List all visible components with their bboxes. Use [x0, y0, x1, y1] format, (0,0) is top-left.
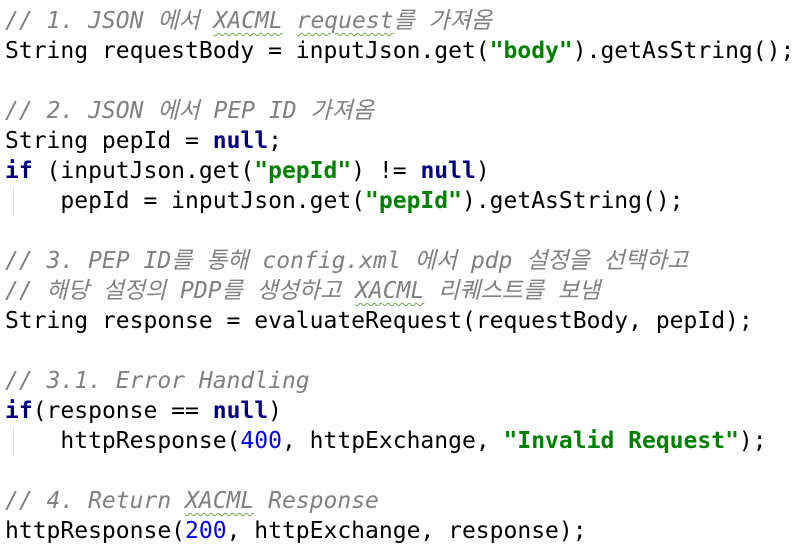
indent-guide: [13, 186, 14, 216]
code-line[interactable]: // 2. JSON 에서 PEP ID 가져옴: [0, 96, 812, 126]
indent-guide: [13, 426, 14, 456]
keyword: if: [5, 398, 33, 424]
number-literal: 400: [240, 428, 282, 454]
code-line[interactable]: [0, 66, 812, 96]
comment: // 해당 설정의 PDP를 생성하고 XACML 리퀘스트를 보냄: [5, 278, 601, 304]
code-line[interactable]: if(response == null): [0, 396, 812, 426]
code-line[interactable]: String requestBody = inputJson.get("body…: [0, 36, 812, 66]
code-line[interactable]: [0, 216, 812, 246]
code-line[interactable]: // 해당 설정의 PDP를 생성하고 XACML 리퀘스트를 보냄: [0, 276, 812, 306]
comment: // 4. Return XACML Response: [5, 488, 379, 514]
code-line[interactable]: String pepId = null;: [0, 126, 812, 156]
code-line[interactable]: if (inputJson.get("pepId") != null): [0, 156, 812, 186]
code-line[interactable]: [0, 336, 812, 366]
comment: // 3. PEP ID를 통해 config.xml 에서 pdp 설정을 선…: [5, 248, 689, 274]
code-line[interactable]: // 4. Return XACML Response: [0, 486, 812, 516]
string-literal: "pepId": [365, 188, 462, 214]
code-line[interactable]: String response = evaluateRequest(reques…: [0, 306, 812, 336]
keyword: if: [5, 158, 33, 184]
comment: // 1. JSON 에서 XACML request를 가져옴: [5, 8, 493, 34]
code-line[interactable]: // 3.1. Error Handling: [0, 366, 812, 396]
number-literal: 200: [185, 518, 227, 544]
keyword: null: [212, 128, 269, 154]
code-line[interactable]: [0, 456, 812, 486]
code-line[interactable]: pepId = inputJson.get("pepId").getAsStri…: [0, 186, 812, 216]
code-editor[interactable]: // 1. JSON 에서 XACML request를 가져옴 String …: [0, 0, 812, 560]
code-line[interactable]: // 1. JSON 에서 XACML request를 가져옴: [0, 6, 812, 36]
string-literal: "Invalid Request": [503, 428, 739, 454]
string-literal: "pepId": [254, 158, 352, 184]
string-literal: "body": [489, 38, 573, 64]
keyword: null: [212, 398, 269, 424]
keyword: null: [420, 158, 476, 184]
comment: // 2. JSON 에서 PEP ID 가져옴: [5, 98, 374, 124]
code-line[interactable]: // 3. PEP ID를 통해 config.xml 에서 pdp 설정을 선…: [0, 246, 812, 276]
comment: // 3.1. Error Handling: [5, 368, 310, 394]
code-line[interactable]: httpResponse(400, httpExchange, "Invalid…: [0, 426, 812, 456]
code-line[interactable]: httpResponse(200, httpExchange, response…: [0, 516, 812, 546]
